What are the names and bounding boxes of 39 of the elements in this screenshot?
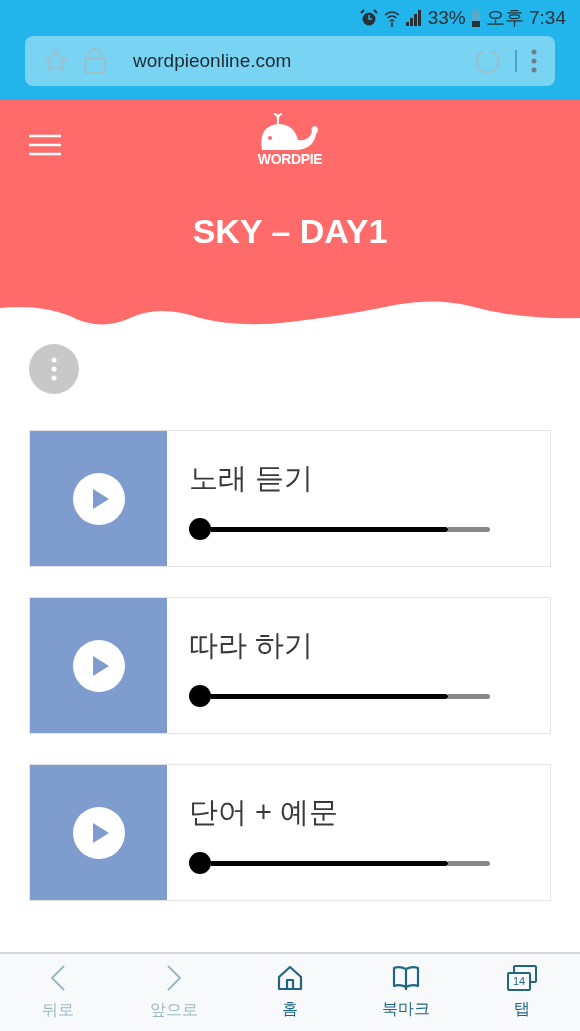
clock: 오후 7:34 bbox=[485, 5, 566, 30]
play-button[interactable] bbox=[30, 598, 167, 733]
play-icon bbox=[72, 472, 125, 525]
seek-slider[interactable] bbox=[189, 685, 490, 708]
wifi-icon bbox=[383, 9, 400, 27]
seek-slider[interactable] bbox=[189, 518, 490, 541]
nav-button[interactable]: 북마크 bbox=[348, 954, 464, 1031]
home-icon bbox=[277, 964, 303, 991]
tab-count: 14 bbox=[512, 975, 526, 987]
play-button[interactable] bbox=[30, 765, 167, 900]
play-icon bbox=[72, 639, 125, 692]
track-title: 노래 듣기 bbox=[189, 460, 315, 496]
more-icon[interactable] bbox=[531, 49, 537, 73]
forward-icon bbox=[165, 963, 183, 992]
track-title: 따라 하기 bbox=[189, 627, 315, 663]
battery-icon bbox=[471, 9, 480, 27]
slider-thumb[interactable] bbox=[189, 518, 211, 541]
menu-icon[interactable] bbox=[29, 134, 61, 156]
slider-thumb[interactable] bbox=[189, 685, 211, 708]
logo-text: WORDPIE bbox=[257, 152, 323, 166]
alarm-icon bbox=[359, 9, 378, 27]
more-icon bbox=[51, 357, 57, 381]
options-button[interactable] bbox=[29, 344, 79, 394]
play-icon bbox=[72, 806, 125, 859]
lock-icon bbox=[83, 48, 107, 74]
page-title: SKY – DAY1 bbox=[192, 211, 388, 252]
seek-slider[interactable] bbox=[189, 852, 490, 875]
nav-button[interactable]: 14 탭 bbox=[464, 954, 580, 1031]
back-icon bbox=[49, 963, 67, 992]
track-title: 단어 + 예문 bbox=[189, 794, 340, 830]
nav-button[interactable]: 홈 bbox=[232, 954, 348, 1031]
play-button[interactable] bbox=[30, 431, 167, 566]
signal-icon bbox=[405, 10, 422, 26]
star-icon[interactable] bbox=[43, 48, 69, 74]
slider-thumb[interactable] bbox=[189, 852, 211, 875]
url-text: wordpieonline.com bbox=[133, 48, 293, 73]
battery-percent: 33% bbox=[427, 5, 466, 30]
book-icon bbox=[392, 964, 420, 991]
address-bar[interactable]: wordpieonline.com bbox=[25, 36, 555, 86]
